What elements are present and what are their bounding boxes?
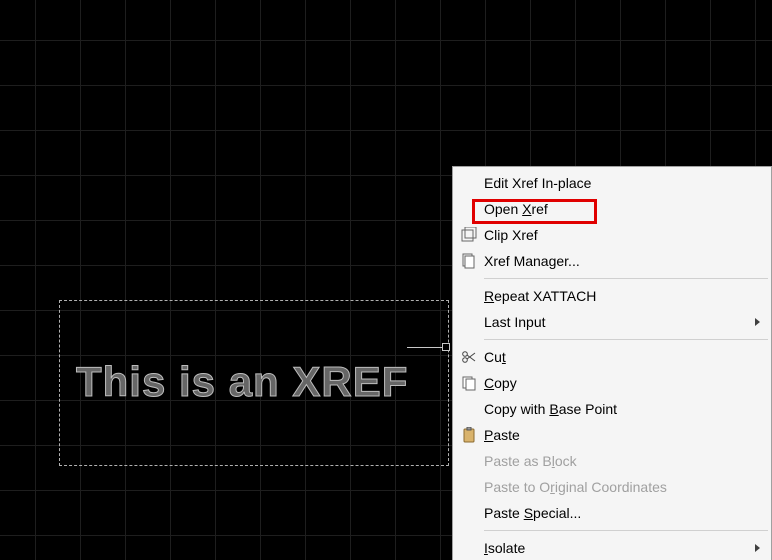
menu-item-paste-special[interactable]: Paste Special... (454, 500, 770, 526)
menu-item-copy[interactable]: Copy (454, 370, 770, 396)
menu-item-label: Paste Special... (484, 505, 760, 521)
menu-item-label: Open Xref (484, 201, 760, 217)
menu-item-xref-manager[interactable]: Xref Manager... (454, 248, 770, 274)
menu-separator (484, 530, 768, 531)
menu-item-label: Repeat XATTACH (484, 288, 760, 304)
menu-item-label: Xref Manager... (484, 253, 760, 269)
menu-item-copy-with-base-point[interactable]: Copy with Base Point (454, 396, 770, 422)
xref-manager-icon (454, 253, 484, 269)
menu-separator (484, 339, 768, 340)
menu-separator (484, 278, 768, 279)
menu-item-label: Copy with Base Point (484, 401, 760, 417)
submenu-arrow-icon (755, 318, 760, 326)
menu-item-last-input[interactable]: Last Input (454, 309, 770, 335)
grip-handle[interactable] (442, 343, 450, 351)
menu-item-label: Edit Xref In-place (484, 175, 760, 191)
cursor-indicator-line (407, 347, 445, 348)
menu-item-label: Paste as Block (484, 453, 760, 469)
menu-item-label: Clip Xref (484, 227, 760, 243)
submenu-arrow-icon (755, 544, 760, 552)
menu-item-label: Cut (484, 349, 760, 365)
menu-item-clip-xref[interactable]: Clip Xref (454, 222, 770, 248)
menu-item-cut[interactable]: Cut (454, 344, 770, 370)
menu-item-label: Last Input (484, 314, 755, 330)
copy-icon (454, 375, 484, 391)
menu-item-isolate[interactable]: Isolate (454, 535, 770, 560)
menu-item-paste[interactable]: Paste (454, 422, 770, 448)
menu-item-open-xref[interactable]: Open Xref (454, 196, 770, 222)
menu-item-label: Copy (484, 375, 760, 391)
menu-item-label: Paste to Original Coordinates (484, 479, 760, 495)
clip-icon (454, 227, 484, 243)
scissors-icon (454, 349, 484, 365)
menu-item-label: Isolate (484, 540, 755, 556)
context-menu: Edit Xref In-place Open Xref Clip Xref Xref… (452, 166, 772, 560)
menu-item-repeat-xattach[interactable]: Repeat XATTACH (454, 283, 770, 309)
menu-item-edit-xref-in-place[interactable]: Edit Xref In-place (454, 170, 770, 196)
menu-item-paste-to-original: Paste to Original Coordinates (454, 474, 770, 500)
menu-item-paste-as-block: Paste as Block (454, 448, 770, 474)
menu-item-label: Paste (484, 427, 760, 443)
xref-entity-text[interactable]: This is an XREF (76, 358, 408, 406)
paste-icon (454, 427, 484, 443)
